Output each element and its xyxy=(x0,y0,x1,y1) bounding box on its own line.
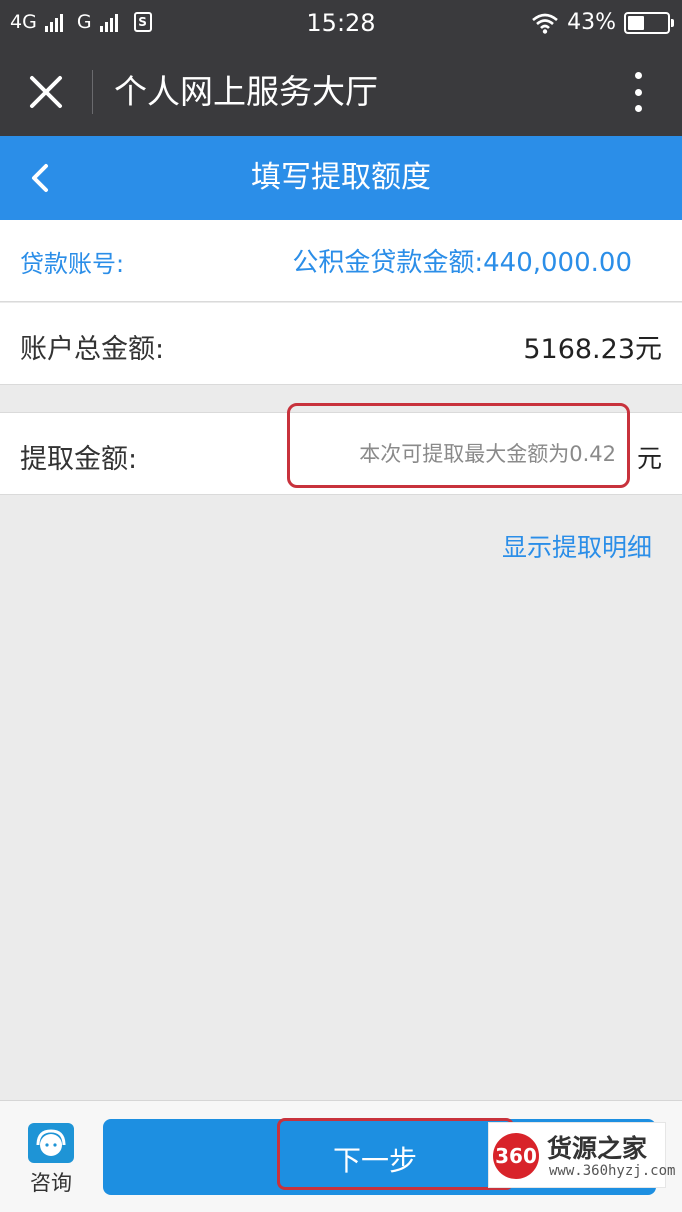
status-right: 43% xyxy=(531,10,674,35)
battery-percent: 43% xyxy=(567,10,616,35)
loan-info-row: 贷款账号: 公积金贷款金额:440,000.00 xyxy=(0,220,682,302)
close-icon-glyph xyxy=(30,76,62,108)
account-total-row: 账户总金额: 5168.23元 xyxy=(0,303,682,385)
consult-button[interactable]: 咨询 xyxy=(18,1123,84,1197)
customer-service-icon xyxy=(28,1123,74,1163)
show-detail-link[interactable]: 显示提取明细 xyxy=(502,528,652,564)
highlight-annotation xyxy=(277,1118,514,1190)
currency-unit: 元 xyxy=(636,444,662,473)
status-bar: 4G G S 15:28 43% xyxy=(0,0,682,48)
more-vertical-icon[interactable] xyxy=(628,70,648,114)
withdraw-amount-label: 提取金额: xyxy=(20,444,138,475)
title-divider xyxy=(92,70,93,114)
consult-label: 咨询 xyxy=(30,1171,72,1195)
watermark-url: www.360hyzj.com xyxy=(549,1163,676,1179)
wifi-icon xyxy=(532,13,558,34)
header-title: 填写提取额度 xyxy=(251,160,431,195)
watermark-logo: 360 xyxy=(493,1133,539,1179)
watermark-name: 货源之家 xyxy=(547,1134,648,1163)
page-title: 个人网上服务大厅 xyxy=(114,72,378,111)
watermark: 360 货源之家 www.360hyzj.com xyxy=(488,1122,675,1188)
account-total-label: 账户总金额: xyxy=(20,334,165,365)
close-icon[interactable] xyxy=(20,66,72,118)
account-total-value: 5168.23元 xyxy=(523,334,662,365)
loan-account-label: 贷款账号: xyxy=(20,250,125,278)
highlight-annotation xyxy=(287,403,630,488)
battery-icon xyxy=(624,11,674,34)
app-title-bar: 个人网上服务大厅 xyxy=(0,48,682,136)
section-header: 填写提取额度 xyxy=(0,136,682,220)
loan-amount: 公积金贷款金额:440,000.00 xyxy=(292,248,632,278)
